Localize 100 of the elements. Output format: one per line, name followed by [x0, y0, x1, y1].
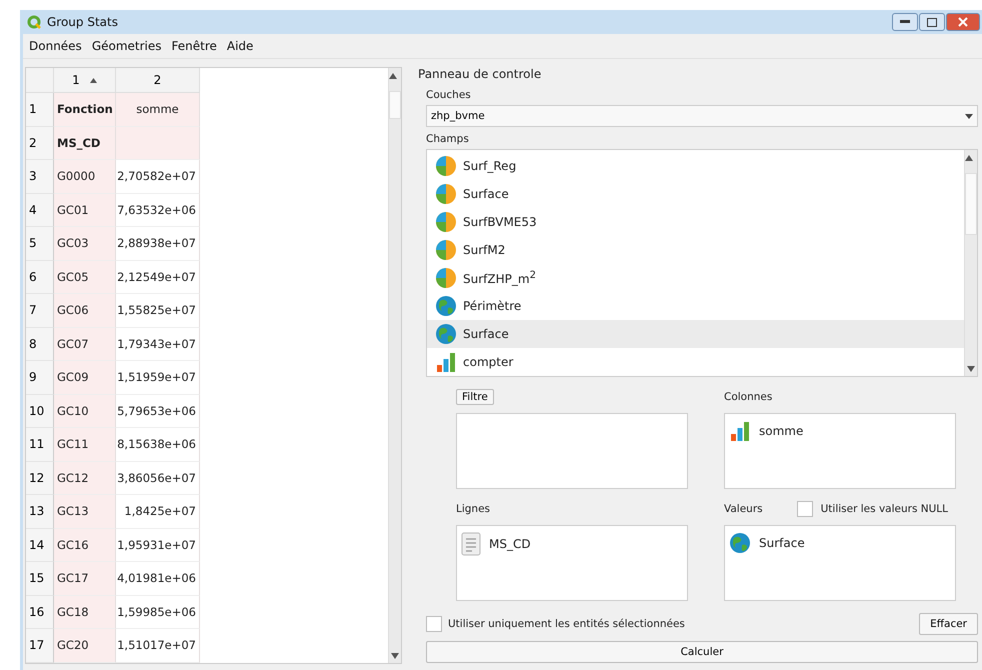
globe-icon	[729, 532, 751, 554]
table-cell: Fonction	[54, 93, 116, 126]
row-header[interactable]: 7	[26, 294, 54, 328]
table-cell: GC12	[54, 462, 116, 495]
row-header[interactable]: 5	[26, 227, 54, 260]
table-cell: GC11	[54, 428, 116, 462]
scroll-up-icon[interactable]	[965, 155, 973, 161]
row-header[interactable]: 11	[26, 428, 54, 462]
field-label: Lignes	[456, 503, 490, 515]
table-cell: 1,79343e+07	[116, 328, 200, 361]
drop-zone[interactable]	[456, 413, 688, 489]
drop-zone[interactable]: MS_CD	[456, 525, 688, 601]
list-item[interactable]: SurfBVME53	[427, 208, 964, 236]
panel-title: Panneau de controle	[418, 67, 542, 81]
table-cell: G0000	[54, 160, 116, 194]
table-cell: GC20	[54, 629, 116, 662]
sort-icon	[90, 78, 97, 82]
table-cell: GC18	[54, 596, 116, 629]
bar-chart-icon	[435, 351, 457, 373]
list-item[interactable]: Périmètre	[427, 292, 964, 320]
layer-dropdown[interactable]: zhp_bvme	[426, 105, 978, 127]
column-header[interactable]: 1	[54, 68, 116, 93]
row-header[interactable]: 15	[26, 562, 54, 596]
table-cell: MS_CD	[54, 126, 116, 160]
row-header[interactable]: 8	[26, 328, 54, 361]
drop-zone[interactable]: somme	[724, 413, 956, 489]
minimize-button[interactable]	[892, 13, 918, 31]
table-cell: 1,51017e+07	[116, 629, 200, 662]
zone-item[interactable]: Surface	[759, 536, 805, 550]
row-header[interactable]: 16	[26, 596, 54, 629]
checkbox[interactable]	[426, 616, 442, 632]
row-header[interactable]: 9	[26, 361, 54, 394]
close-icon	[958, 17, 968, 27]
zone-item[interactable]: somme	[759, 424, 804, 438]
filter-button[interactable]: Filtre	[456, 389, 494, 405]
pie-chart-icon	[435, 211, 457, 233]
row-header[interactable]: 4	[26, 194, 54, 227]
table-cell: GC07	[54, 328, 116, 361]
table-cell: GC03	[54, 227, 116, 260]
pie-chart-icon	[435, 155, 457, 177]
clear-button[interactable]: Effacer	[919, 613, 978, 635]
window-title: Group Stats	[47, 15, 118, 29]
table-cell: 2,70582e+07	[116, 160, 200, 194]
row-header[interactable]: 1	[26, 93, 54, 126]
field-label: Colonnes	[724, 391, 772, 403]
scrollbar[interactable]	[964, 150, 977, 376]
document-icon	[461, 532, 481, 556]
list-item[interactable]: compter	[427, 348, 964, 376]
scroll-down-icon[interactable]	[967, 366, 975, 372]
menu-item[interactable]: Géometries	[92, 39, 162, 53]
scroll-thumb[interactable]	[965, 173, 977, 235]
close-button[interactable]	[946, 13, 980, 31]
list-item[interactable]: Surf_Reg	[427, 152, 964, 180]
maximize-button[interactable]	[919, 13, 945, 31]
field-label: Champs	[426, 133, 470, 145]
table-cell: 8,15638e+06	[116, 428, 200, 462]
table-cell: GC05	[54, 260, 116, 294]
scroll-thumb[interactable]	[389, 91, 401, 119]
checkbox[interactable]	[796, 501, 813, 517]
row-header[interactable]: 3	[26, 160, 54, 194]
list-item[interactable]: Surface	[427, 180, 964, 208]
row-header[interactable]: 10	[26, 394, 54, 428]
row-header[interactable]: 13	[26, 495, 54, 528]
row-header[interactable]: 12	[26, 462, 54, 495]
pie-chart-icon	[435, 239, 457, 261]
pie-chart-icon	[435, 183, 457, 205]
zone-item[interactable]: MS_CD	[489, 537, 531, 551]
field-label: Couches	[426, 89, 472, 101]
row-header[interactable]: 2	[26, 126, 54, 160]
list-item[interactable]: SurfZHP_m$^{2}$	[427, 264, 964, 292]
table-cell: 1,59985e+06	[116, 596, 200, 629]
table-corner[interactable]	[26, 68, 54, 93]
scroll-up-icon[interactable]	[389, 73, 397, 79]
table-cell: 7,63532e+06	[116, 194, 200, 227]
menu-item[interactable]: Fenêtre	[172, 39, 217, 53]
table-cell: 2,88938e+07	[116, 227, 200, 260]
table-cell: 3,86056e+07	[116, 462, 200, 495]
row-header[interactable]: 14	[26, 528, 54, 562]
table-cell: 2,12549e+07	[116, 260, 200, 294]
table-cell: GC01	[54, 194, 116, 227]
menu-item[interactable]: Aide	[226, 39, 254, 53]
row-header[interactable]: 17	[26, 629, 54, 662]
scroll-down-icon[interactable]	[391, 653, 399, 659]
scrollbar[interactable]	[388, 68, 401, 663]
list-item[interactable]: Surface	[427, 320, 964, 348]
table-cell: 4,01981e+06	[116, 562, 200, 596]
pie-chart-icon	[435, 267, 457, 289]
table-cell: 1,95931e+07	[116, 528, 200, 562]
drop-zone[interactable]: Surface	[724, 525, 956, 601]
checkbox-label: Utiliser les valeurs NULL	[820, 503, 948, 515]
table-cell: GC09	[54, 361, 116, 394]
list-item[interactable]: SurfM2	[427, 236, 964, 264]
calculate-button[interactable]: Calculer	[426, 641, 978, 663]
row-header[interactable]: 6	[26, 260, 54, 294]
table-cell: 1,8425e+07	[116, 495, 200, 528]
table-cell: 5,79653e+06	[116, 394, 200, 428]
column-header[interactable]: 2	[116, 68, 200, 93]
table-cell: GC06	[54, 294, 116, 328]
app-logo-icon	[27, 15, 41, 29]
menu-item[interactable]: Données	[29, 39, 82, 53]
